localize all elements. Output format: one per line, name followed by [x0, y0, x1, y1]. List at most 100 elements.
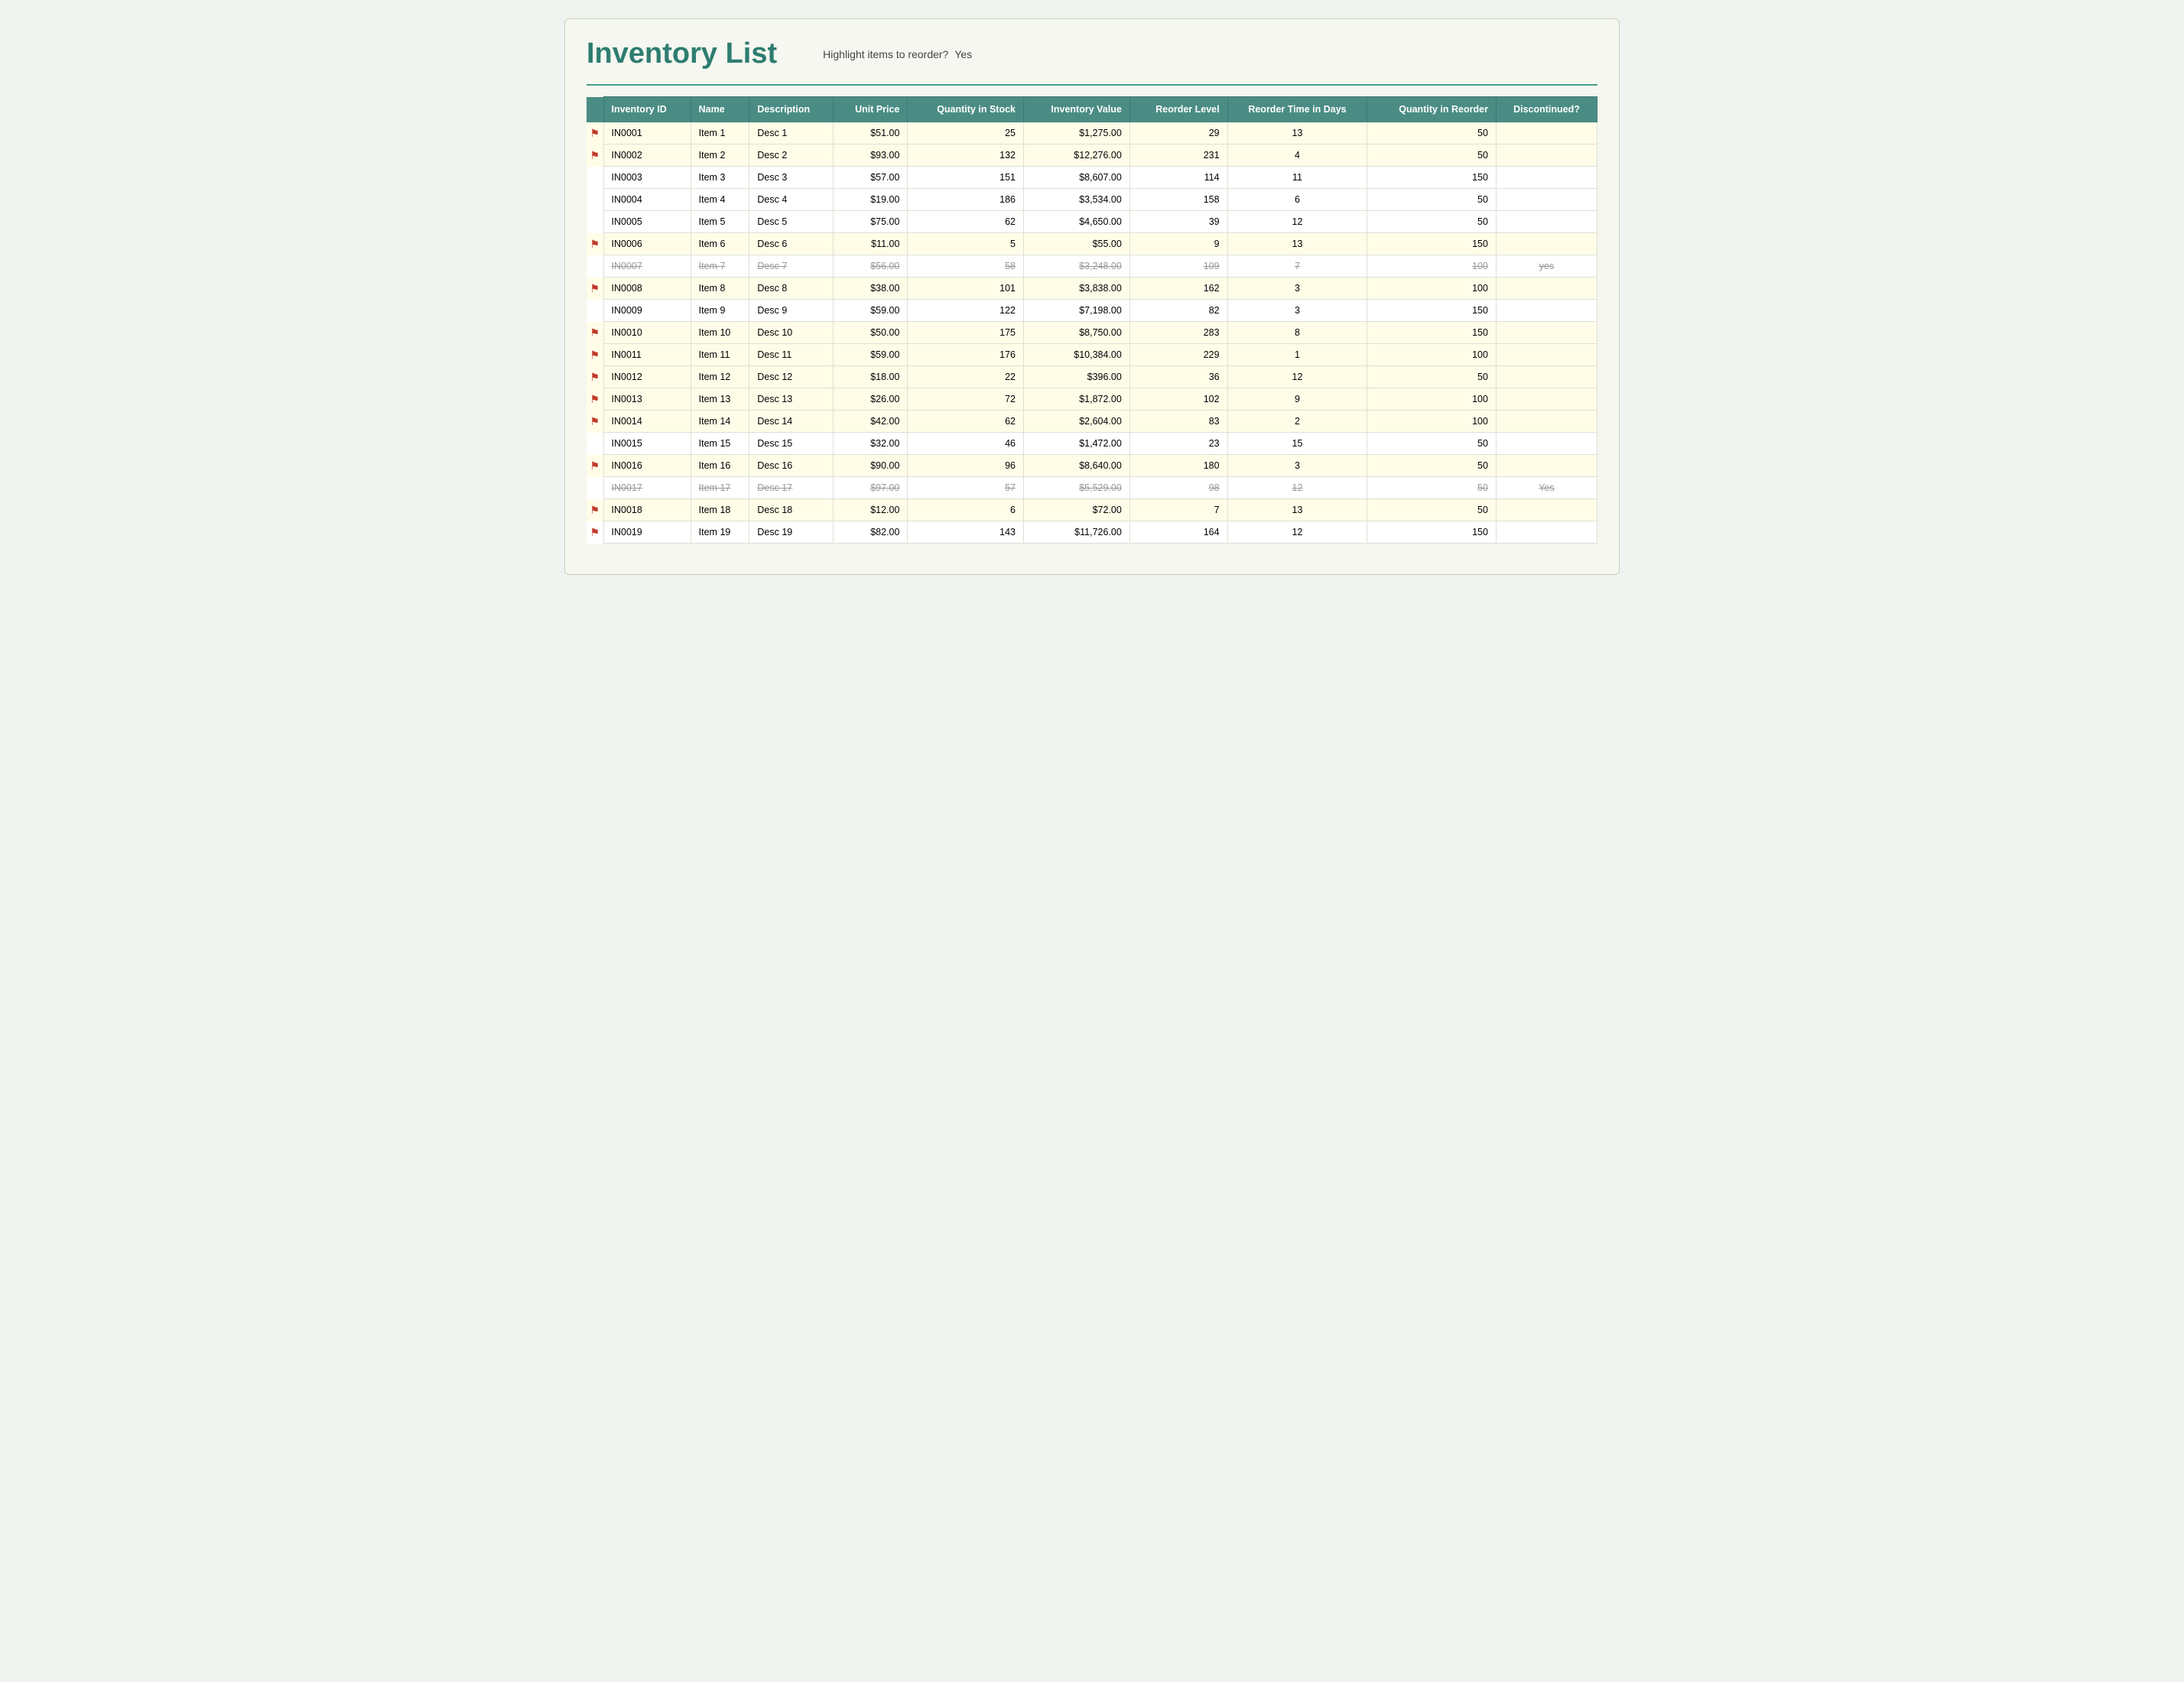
- table-row: ⚑IN0001Item 1Desc 1$51.0025$1,275.002913…: [587, 122, 1597, 144]
- cell-inv-value: $11,726.00: [1023, 521, 1129, 544]
- cell-id: IN0013: [603, 388, 691, 411]
- table-row: ⚑IN0016Item 16Desc 16$90.0096$8,640.0018…: [587, 455, 1597, 477]
- cell-qty-stock: 96: [908, 455, 1024, 477]
- cell-unit-price: $97.00: [834, 477, 908, 499]
- cell-id: IN0017: [603, 477, 691, 499]
- cell-reorder-level: 109: [1129, 255, 1227, 278]
- cell-unit-price: $42.00: [834, 411, 908, 433]
- cell-reorder-level: 158: [1129, 189, 1227, 211]
- cell-reorder-time: 15: [1227, 433, 1367, 455]
- cell-discontinued: [1496, 388, 1597, 411]
- cell-unit-price: $26.00: [834, 388, 908, 411]
- table-row: IN0004Item 4Desc 4$19.00186$3,534.001586…: [587, 189, 1597, 211]
- cell-reorder-time: 3: [1227, 278, 1367, 300]
- cell-unit-price: $38.00: [834, 278, 908, 300]
- cell-id: IN0005: [603, 211, 691, 233]
- cell-qty-stock: 176: [908, 344, 1024, 366]
- cell-qty-reorder: 50: [1367, 477, 1497, 499]
- cell-name: Item 18: [691, 499, 749, 521]
- cell-reorder-level: 283: [1129, 322, 1227, 344]
- cell-reorder-time: 3: [1227, 300, 1367, 322]
- cell-description: Desc 6: [749, 233, 834, 255]
- cell-reorder-time: 12: [1227, 366, 1367, 388]
- cell-qty-reorder: 100: [1367, 344, 1497, 366]
- cell-id: IN0010: [603, 322, 691, 344]
- header-divider: [587, 84, 1597, 86]
- cell-reorder-time: 12: [1227, 477, 1367, 499]
- cell-unit-price: $57.00: [834, 167, 908, 189]
- cell-discontinued: [1496, 455, 1597, 477]
- cell-inv-value: $3,838.00: [1023, 278, 1129, 300]
- table-row: IN0005Item 5Desc 5$75.0062$4,650.0039125…: [587, 211, 1597, 233]
- cell-description: Desc 16: [749, 455, 834, 477]
- cell-discontinued: [1496, 211, 1597, 233]
- table-row: IN0007Item 7Desc 7$56.0058$3,248.0010971…: [587, 255, 1597, 278]
- cell-description: Desc 8: [749, 278, 834, 300]
- cell-inv-value: $7,198.00: [1023, 300, 1129, 322]
- cell-reorder-time: 11: [1227, 167, 1367, 189]
- cell-description: Desc 4: [749, 189, 834, 211]
- cell-name: Item 15: [691, 433, 749, 455]
- cell-reorder-time: 12: [1227, 211, 1367, 233]
- table-row: ⚑IN0013Item 13Desc 13$26.0072$1,872.0010…: [587, 388, 1597, 411]
- cell-id: IN0014: [603, 411, 691, 433]
- flag-icon: ⚑: [590, 238, 600, 250]
- table-row: ⚑IN0012Item 12Desc 12$18.0022$396.003612…: [587, 366, 1597, 388]
- cell-qty-stock: 132: [908, 144, 1024, 167]
- flag-icon: ⚑: [590, 127, 600, 139]
- cell-unit-price: $56.00: [834, 255, 908, 278]
- cell-qty-stock: 46: [908, 433, 1024, 455]
- cell-name: Item 5: [691, 211, 749, 233]
- highlight-label: Highlight items to reorder?: [823, 48, 948, 60]
- flag-icon: ⚑: [590, 326, 600, 339]
- cell-qty-stock: 58: [908, 255, 1024, 278]
- cell-reorder-level: 162: [1129, 278, 1227, 300]
- cell-reorder-level: 98: [1129, 477, 1227, 499]
- cell-qty-stock: 122: [908, 300, 1024, 322]
- cell-discontinued: Yes: [1496, 477, 1597, 499]
- cell-reorder-time: 13: [1227, 499, 1367, 521]
- header-inv-value: Inventory Value: [1023, 97, 1129, 122]
- table-row: ⚑IN0019Item 19Desc 19$82.00143$11,726.00…: [587, 521, 1597, 544]
- cell-description: Desc 18: [749, 499, 834, 521]
- header-description: Description: [749, 97, 834, 122]
- cell-reorder-time: 13: [1227, 122, 1367, 144]
- cell-id: IN0018: [603, 499, 691, 521]
- cell-reorder-level: 229: [1129, 344, 1227, 366]
- table-row: IN0017Item 17Desc 17$97.0057$5,529.00981…: [587, 477, 1597, 499]
- cell-qty-reorder: 150: [1367, 322, 1497, 344]
- flag-cell: ⚑: [587, 455, 603, 477]
- cell-qty-reorder: 50: [1367, 455, 1497, 477]
- cell-reorder-time: 9: [1227, 388, 1367, 411]
- cell-reorder-time: 6: [1227, 189, 1367, 211]
- cell-reorder-time: 7: [1227, 255, 1367, 278]
- cell-name: Item 12: [691, 366, 749, 388]
- flag-icon: ⚑: [590, 526, 600, 538]
- flag-cell: [587, 189, 603, 211]
- flag-icon: ⚑: [590, 349, 600, 361]
- cell-reorder-time: 12: [1227, 521, 1367, 544]
- flag-icon: ⚑: [590, 371, 600, 383]
- flag-icon: ⚑: [590, 282, 600, 294]
- cell-reorder-time: 2: [1227, 411, 1367, 433]
- cell-inv-value: $12,276.00: [1023, 144, 1129, 167]
- cell-id: IN0003: [603, 167, 691, 189]
- header-row: Inventory List Highlight items to reorde…: [587, 37, 1597, 70]
- cell-inv-value: $396.00: [1023, 366, 1129, 388]
- header-reorder-level: Reorder Level: [1129, 97, 1227, 122]
- cell-name: Item 19: [691, 521, 749, 544]
- cell-inv-value: $10,384.00: [1023, 344, 1129, 366]
- header-flag: [587, 97, 603, 122]
- header-row: Inventory ID Name Description Unit Price…: [587, 97, 1597, 122]
- cell-qty-stock: 57: [908, 477, 1024, 499]
- cell-qty-reorder: 50: [1367, 433, 1497, 455]
- cell-unit-price: $32.00: [834, 433, 908, 455]
- cell-unit-price: $12.00: [834, 499, 908, 521]
- table-row: ⚑IN0018Item 18Desc 18$12.006$72.0071350: [587, 499, 1597, 521]
- flag-cell: [587, 477, 603, 499]
- cell-id: IN0004: [603, 189, 691, 211]
- flag-cell: [587, 211, 603, 233]
- cell-id: IN0002: [603, 144, 691, 167]
- cell-discontinued: [1496, 167, 1597, 189]
- cell-reorder-level: 180: [1129, 455, 1227, 477]
